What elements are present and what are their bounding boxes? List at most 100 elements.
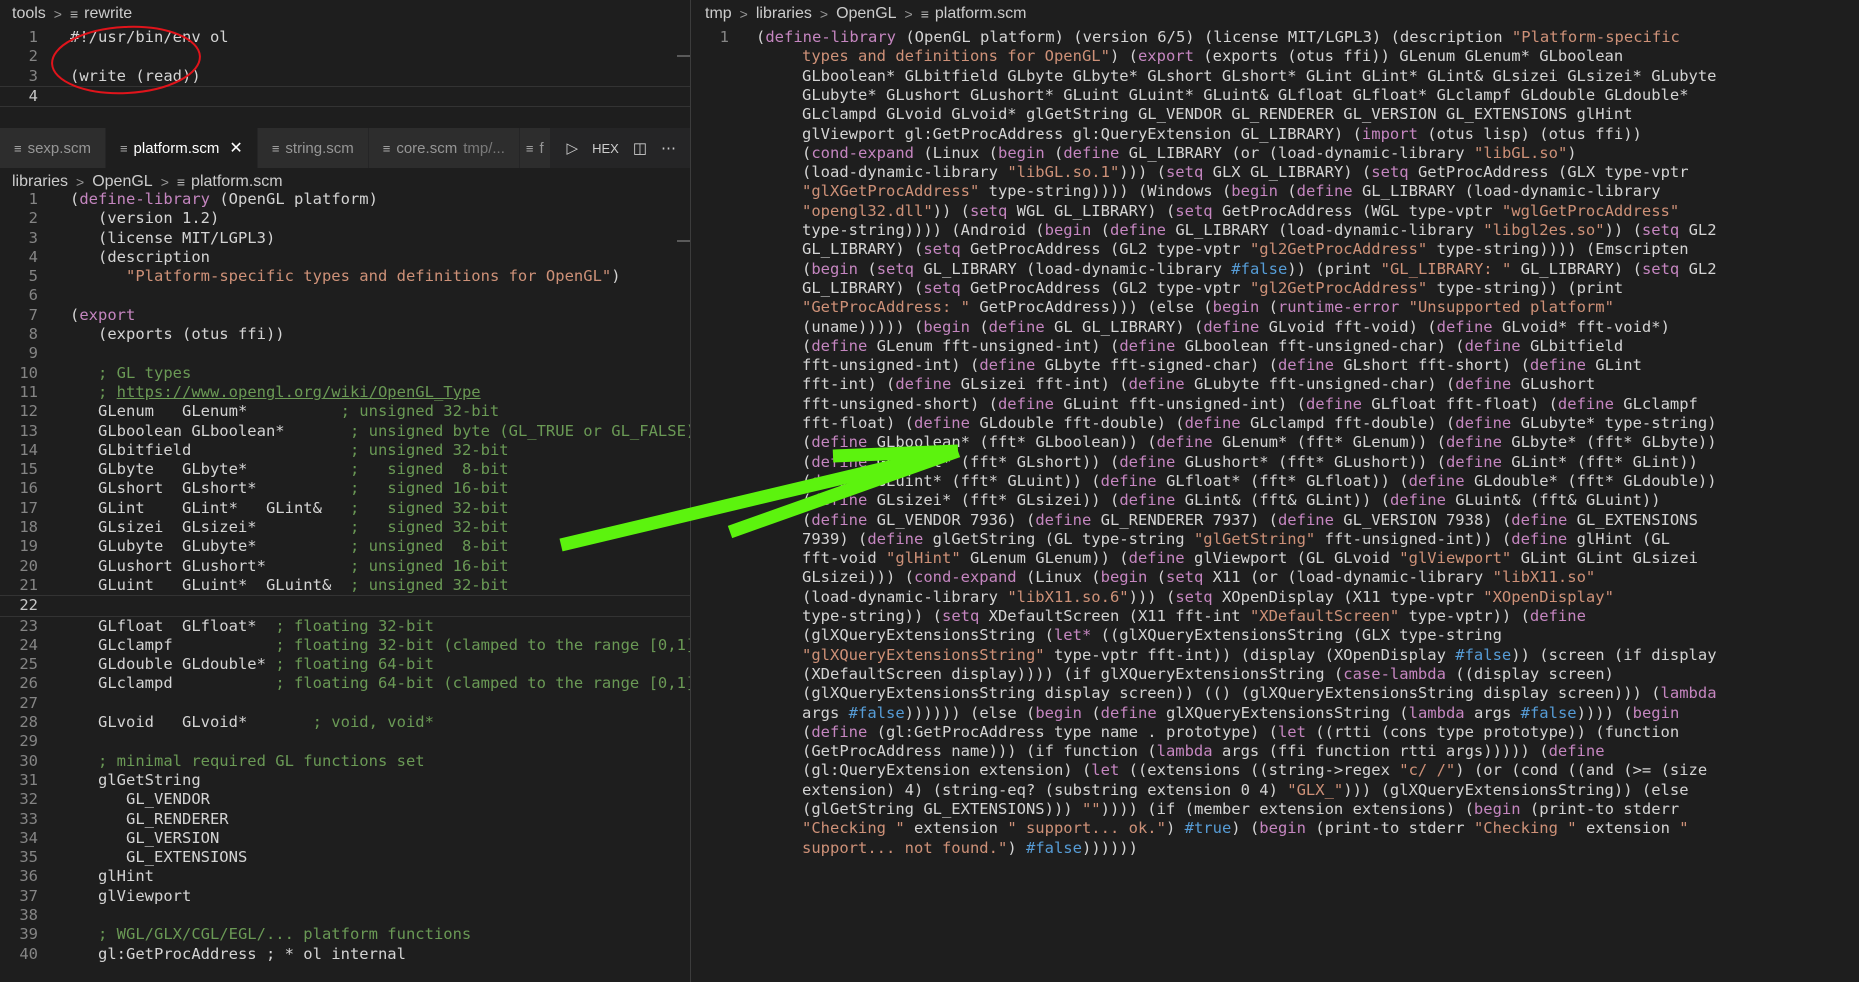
code-token: ; floating 32-bit (clamped to the range …: [275, 635, 690, 654]
line-number: 8: [28, 325, 38, 344]
more-icon[interactable]: ⋯: [661, 139, 676, 157]
tab-sexp[interactable]: ≡ sexp.scm: [0, 128, 106, 168]
code-token: (load-dynamic-library: [802, 163, 1008, 182]
breadcrumb-item[interactable]: ≡ platform.scm: [177, 173, 283, 191]
chevron-right-icon: >: [819, 6, 829, 22]
code-area[interactable]: 1 #!/usr/bin/env ol 2 3 (write (read)) 4: [0, 28, 690, 108]
code-token: 7939) (: [802, 529, 868, 548]
code-line: 14 GLbitfield ; unsigned 32-bit: [0, 441, 690, 460]
breadcrumb-item[interactable]: OpenGL: [92, 173, 152, 191]
close-icon[interactable]: ✕: [229, 138, 242, 158]
code-token: define: [1464, 336, 1521, 355]
left-editor: libraries > OpenGL > ≡ platform.scm 1 (def…: [0, 168, 690, 982]
wrapped-line-segment: (cond-expand (Linux (begin (define GL_LI…: [802, 144, 1577, 163]
code-token: )) (print: [1287, 259, 1381, 278]
code-line: 36 glHint: [0, 867, 690, 886]
code-token: (: [1259, 298, 1278, 317]
code-token: define: [979, 356, 1036, 375]
code-area[interactable]: 1 (define-library (OpenGL platform) 2 (ver…: [0, 190, 690, 964]
line-number: 21: [19, 575, 38, 594]
code-token: ; unsigned 8-bit: [349, 537, 509, 556]
code-token: XOpenDisplay (X11 type-vptr: [1212, 587, 1484, 606]
code-token: ; unsigned 32-bit: [349, 575, 509, 594]
breadcrumb-item[interactable]: ≡ platform.scm: [921, 5, 1027, 23]
code-token: "glHint": [886, 549, 961, 568]
run-icon[interactable]: ▷: [567, 139, 579, 157]
code-line: 20 GLushort GLushort* ; unsigned 16-bit: [0, 557, 690, 576]
scrollbar[interactable]: [677, 55, 690, 57]
code-token: case-lambda: [1343, 664, 1446, 683]
code-token: GLenum fft-unsigned-int) (: [867, 336, 1120, 355]
code-token: define: [1156, 433, 1213, 452]
file-icon: ≡: [920, 6, 929, 22]
tab-platform[interactable]: ≡ platform.scm ✕: [105, 128, 258, 168]
code-token: ))) (glXQueryExtensionsString)) (else: [1343, 780, 1689, 799]
code-token: types and definitions for OpenGL": [802, 47, 1110, 66]
line-number: 29: [19, 732, 38, 751]
code-token: #false: [1455, 645, 1512, 664]
hex-button[interactable]: HEX: [592, 141, 619, 156]
code-token: define: [997, 394, 1054, 413]
code-token: begin: [998, 143, 1045, 162]
code-line: 10 ; GL types: [0, 364, 690, 383]
line-number: 39: [19, 925, 38, 944]
code-token: setq: [1175, 587, 1213, 606]
breadcrumb-item[interactable]: OpenGL: [836, 5, 896, 23]
code-token: type-string)) (print: [1427, 278, 1624, 297]
code-token: (: [802, 143, 812, 162]
code-token: runtime-error: [1277, 298, 1400, 317]
code-token: ((rtti (cons type prototype)) (function: [1305, 722, 1680, 741]
code-line: 34 GL_VERSION: [0, 829, 690, 848]
code-token: (: [1147, 568, 1166, 587]
code-token: lambda: [1408, 703, 1465, 722]
line-text: GLclampf ; floating 32-bit (clamped to t…: [70, 636, 690, 655]
breadcrumb-item[interactable]: tools: [12, 5, 46, 23]
code-token: glHint: [70, 867, 154, 886]
code-token: GL_RENDERER: [70, 809, 229, 828]
code-token: "opengl32.dll": [802, 201, 933, 220]
tab-overflow[interactable]: ≡ f: [519, 128, 551, 168]
line-number: 22: [19, 596, 38, 615]
wrapped-line-segment: "glXGetProcAddress" type-string)))) (Win…: [802, 182, 1661, 201]
code-token: fft-float) (: [802, 414, 914, 432]
code-line: 27: [0, 694, 690, 713]
file-icon: ≡: [176, 174, 186, 190]
code-token: define: [1119, 452, 1176, 471]
tab-string[interactable]: ≡ string.scm: [257, 128, 369, 168]
line-number: 36: [19, 867, 38, 886]
breadcrumb-item[interactable]: tmp: [705, 5, 732, 23]
file-icon: ≡: [271, 140, 280, 156]
code-token: GL_VERSION: [70, 828, 220, 847]
file-icon: ≡: [119, 140, 128, 156]
tab-core[interactable]: ≡ core.scm tmp/...: [368, 128, 520, 168]
wrapped-line-segment: "Checking " extension " support... ok.")…: [802, 819, 1689, 838]
code-token: define: [1445, 452, 1502, 471]
scrollbar[interactable]: [677, 240, 690, 242]
code-token: (: [802, 510, 812, 529]
code-line: 2: [0, 47, 690, 66]
right-editor: tmp > libraries > OpenGL > ≡ platform.scm…: [691, 0, 1859, 982]
code-line: 23 GLfloat GLfloat* ; floating 32-bit: [0, 617, 690, 636]
code-token: "GL_LIBRARY: ": [1380, 259, 1512, 278]
code-token: ): [611, 267, 621, 286]
code-token: define: [1529, 356, 1586, 375]
code-line: 5 "Platform-specific types and definitio…: [0, 267, 690, 286]
code-token: GLsizei))) (: [802, 568, 914, 587]
code-token: (: [1082, 703, 1101, 722]
line-text: GLenum GLenum* ; unsigned 32-bit: [70, 402, 499, 421]
code-token: define: [1408, 471, 1465, 490]
code-token: (: [802, 433, 812, 452]
code-line: 1 (define-library (OpenGL platform): [0, 190, 690, 209]
code-line: 38: [0, 906, 690, 925]
breadcrumb-item[interactable]: ≡ rewrite: [70, 5, 132, 23]
code-token: define: [1511, 510, 1568, 529]
code-token: #true: [1184, 819, 1232, 838]
breadcrumb-item[interactable]: libraries: [12, 173, 68, 191]
file-icon: ≡: [69, 6, 79, 22]
breadcrumb-item[interactable]: libraries: [756, 5, 812, 23]
code-token: "glViewport": [1399, 549, 1512, 568]
split-editor-icon[interactable]: ◫: [633, 139, 647, 157]
code-token: GLbyte* (fft* GLbyte)): [1501, 433, 1717, 452]
code-token: (: [802, 722, 812, 741]
line-text: ; minimal required GL functions set: [70, 752, 425, 771]
